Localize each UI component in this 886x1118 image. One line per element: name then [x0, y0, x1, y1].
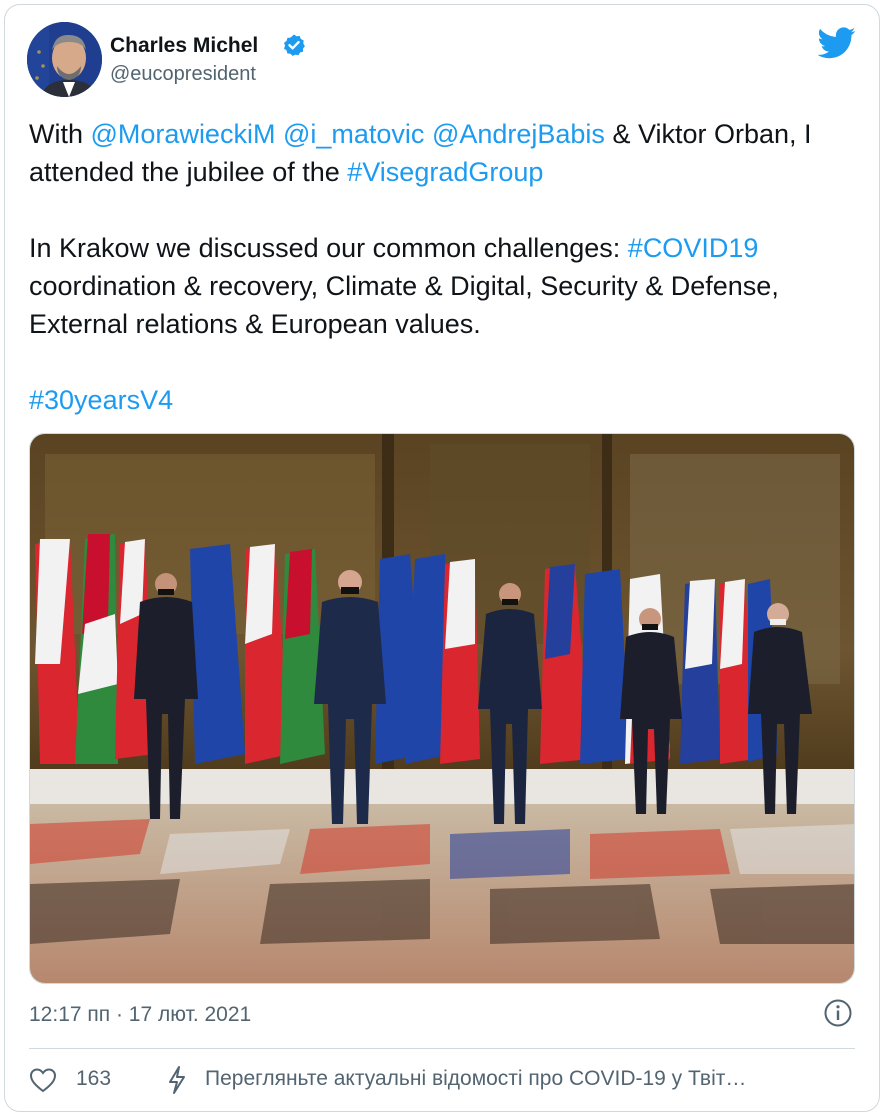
avatar[interactable]	[27, 22, 102, 97]
avatar-image	[27, 22, 102, 97]
verified-badge-icon	[284, 34, 305, 56]
tweet-card: Charles Michel @eucopresident With @Mora…	[4, 4, 880, 1112]
tweet-photo[interactable]	[29, 433, 855, 984]
like-count[interactable]: 163	[76, 1067, 111, 1091]
tweet-text: With @MorawieckiM @i_matovic @AndrejBabi…	[29, 115, 859, 419]
hashtag-link[interactable]: #COVID19	[628, 233, 759, 263]
mention-link[interactable]: @MorawieckiM	[91, 119, 276, 149]
tweet-timestamp[interactable]: 12:17 пп · 17 лют. 2021	[29, 1003, 251, 1027]
heart-icon[interactable]	[29, 1067, 57, 1093]
lightning-bolt-icon	[169, 1066, 185, 1094]
covid-info-link[interactable]: Перегляньте актуальні відомості про COVI…	[205, 1067, 859, 1091]
divider	[29, 1048, 855, 1049]
tweet-actions: 163 Перегляньте актуальні відомості про …	[29, 1065, 859, 1095]
author-name[interactable]: Charles Michel	[110, 34, 258, 58]
tweet-paragraph: In Krakow we discussed our common challe…	[29, 229, 859, 343]
tweet-paragraph: #30yearsV4	[29, 381, 859, 419]
tweet-text-segment	[424, 119, 432, 149]
tweet-text-segment	[275, 119, 283, 149]
mention-link[interactable]: @AndrejBabis	[432, 119, 605, 149]
info-icon[interactable]	[823, 998, 853, 1028]
tweet-text-segment: In Krakow we discussed our common challe…	[29, 233, 628, 263]
tweet-text-segment: coordination & recovery, Climate & Digit…	[29, 271, 779, 339]
tweet-paragraph: With @MorawieckiM @i_matovic @AndrejBabi…	[29, 115, 859, 191]
hashtag-link[interactable]: #30yearsV4	[29, 385, 173, 415]
hashtag-link[interactable]: #VisegradGroup	[347, 157, 543, 187]
mention-link[interactable]: @i_matovic	[283, 119, 424, 149]
author-handle[interactable]: @eucopresident	[110, 63, 256, 86]
photo-leaders-with-flags	[30, 434, 854, 983]
tweet-text-segment: With	[29, 119, 91, 149]
twitter-bird-icon[interactable]	[818, 27, 856, 59]
